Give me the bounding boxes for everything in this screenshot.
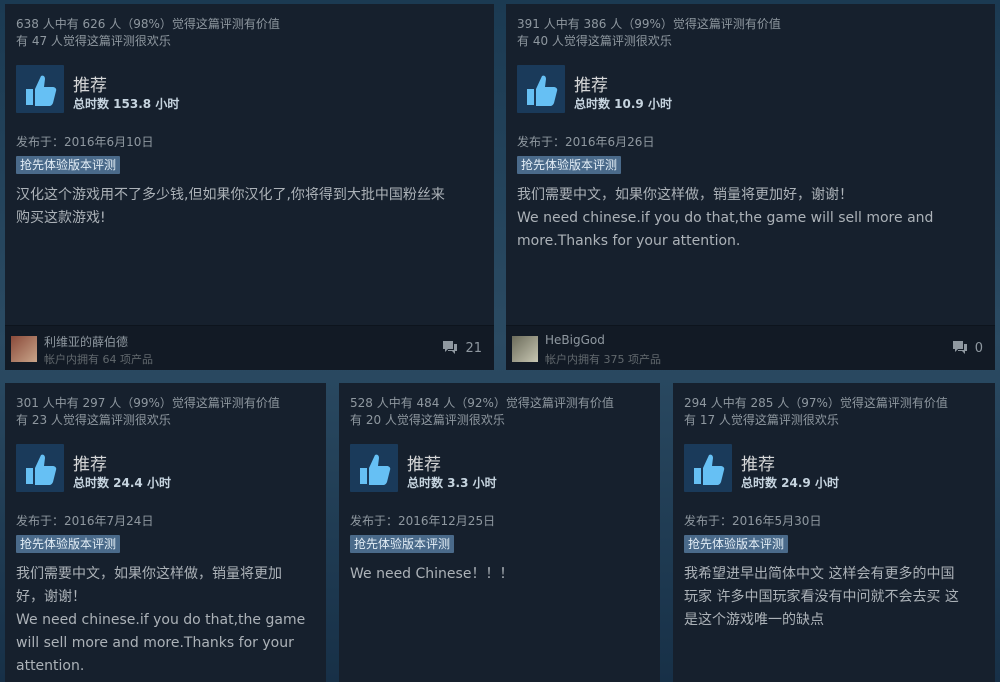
review-text: 我希望进早出简体中文 这样会有更多的中国 玩家 许多中国玩家看没有中问就不会去买…: [684, 566, 959, 628]
posted-date: 发布于：2016年5月30日: [684, 514, 822, 528]
products-owned: 帐户内拥有 375 项产品: [545, 353, 661, 366]
review-card: 528 人中有 484 人（92%）觉得这篇评测有价值有 20 人觉得这篇评测很…: [339, 383, 660, 682]
early-access-badge: 抢先体验版本评测: [16, 535, 121, 553]
thumbs-up-icon: [517, 65, 565, 113]
comment-button[interactable]: 0: [951, 340, 983, 356]
products-owned: 帐户内拥有 64 项产品: [44, 353, 153, 366]
hours-played: 总时数 153.8 小时: [73, 97, 180, 111]
helpful-summary: 294 人中有 285 人（97%）觉得这篇评测有价值有 17 人觉得这篇评测很…: [684, 396, 948, 427]
thumbs-up-icon: [350, 444, 398, 492]
recommended-label: 推荐: [73, 76, 107, 96]
avatar[interactable]: [11, 336, 37, 362]
review-card: 301 人中有 297 人（99%）觉得这篇评测有价值有 23 人觉得这篇评测很…: [5, 383, 326, 682]
thumbs-up-icon: [684, 444, 732, 492]
comment-button[interactable]: 21: [441, 340, 482, 356]
posted-date: 发布于：2016年12月25日: [350, 514, 496, 528]
thumbs-up-icon: [16, 444, 64, 492]
avatar[interactable]: [512, 336, 538, 362]
author-name[interactable]: 利维亚的薛伯德: [44, 333, 128, 350]
hours-played: 总时数 24.4 小时: [73, 476, 171, 490]
review-text: 汉化这个游戏用不了多少钱,但如果你汉化了,你将得到大批中国粉丝来 购买这款游戏!: [16, 187, 445, 226]
comment-count: 0: [974, 340, 983, 356]
recommended-label: 推荐: [73, 455, 107, 475]
early-access-badge: 抢先体验版本评测: [684, 535, 789, 553]
review-text: 我们需要中文，如果你这样做，销量将更加好，谢谢！ We need chinese…: [517, 187, 934, 249]
author-name[interactable]: HeBigGod: [545, 333, 605, 347]
comment-icon: [443, 341, 458, 354]
hours-played: 总时数 10.9 小时: [574, 97, 672, 111]
early-access-badge: 抢先体验版本评测: [16, 156, 121, 174]
recommended-label: 推荐: [574, 76, 608, 96]
early-access-badge: 抢先体验版本评测: [517, 156, 622, 174]
posted-date: 发布于：2016年6月26日: [517, 135, 655, 149]
review-footer: HeBigGod 帐户内拥有 375 项产品 0: [506, 325, 995, 370]
recommended-label: 推荐: [407, 455, 441, 475]
review-footer: 利维亚的薛伯德 帐户内拥有 64 项产品 21: [5, 325, 494, 370]
review-card: 638 人中有 626 人（98%）觉得这篇评测有价值有 47 人觉得这篇评测很…: [5, 4, 494, 370]
review-text: 我们需要中文，如果你这样做，销量将更加 好，谢谢！ We need chines…: [16, 566, 306, 674]
thumbs-up-icon: [16, 65, 64, 113]
early-access-badge: 抢先体验版本评测: [350, 535, 455, 553]
recommended-label: 推荐: [741, 455, 775, 475]
hours-played: 总时数 24.9 小时: [741, 476, 839, 490]
review-text: We need Chinese！！！: [350, 566, 514, 582]
helpful-summary: 391 人中有 386 人（99%）觉得这篇评测有价值有 40 人觉得这篇评测很…: [517, 17, 781, 48]
helpful-summary: 638 人中有 626 人（98%）觉得这篇评测有价值有 47 人觉得这篇评测很…: [16, 17, 280, 48]
comment-icon: [952, 341, 967, 354]
helpful-summary: 528 人中有 484 人（92%）觉得这篇评测有价值有 20 人觉得这篇评测很…: [350, 396, 614, 427]
hours-played: 总时数 3.3 小时: [407, 476, 497, 490]
review-card: 294 人中有 285 人（97%）觉得这篇评测有价值有 17 人觉得这篇评测很…: [673, 383, 995, 682]
posted-date: 发布于：2016年7月24日: [16, 514, 154, 528]
posted-date: 发布于：2016年6月10日: [16, 135, 154, 149]
comment-count: 21: [465, 340, 482, 356]
review-card: 391 人中有 386 人（99%）觉得这篇评测有价值有 40 人觉得这篇评测很…: [506, 4, 995, 370]
helpful-summary: 301 人中有 297 人（99%）觉得这篇评测有价值有 23 人觉得这篇评测很…: [16, 396, 280, 427]
